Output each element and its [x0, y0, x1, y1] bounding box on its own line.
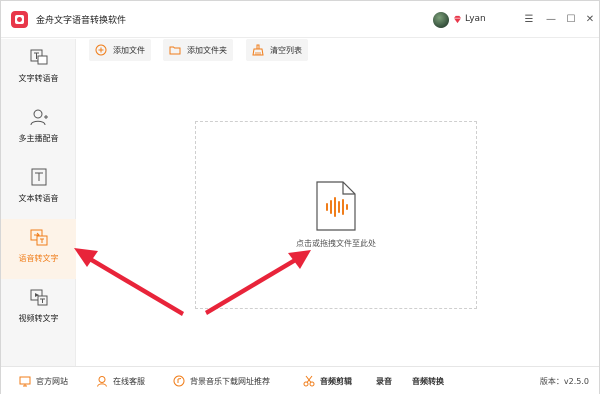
multi-anchor-icon: [30, 109, 48, 126]
app-window: 金舟文字语音转换软件 Lyan ☰ — ☐ ✕ 文字转语音 多主播配音 文本转语…: [0, 0, 600, 394]
close-icon[interactable]: ✕: [581, 10, 599, 28]
official-website-link[interactable]: 官方网站: [19, 374, 68, 388]
document-text-icon: [31, 168, 46, 186]
sidebar-item-label: 文字转语音: [18, 74, 59, 83]
maximize-icon[interactable]: ☐: [562, 10, 580, 28]
audio-convert-label: 音频转换: [412, 376, 444, 386]
music-download-label: 背景音乐下载网址推荐: [190, 376, 270, 386]
music-disc-icon: [173, 375, 185, 387]
add-folder-label: 添加文件夹: [187, 45, 227, 55]
music-download-link[interactable]: 背景音乐下载网址推荐: [173, 374, 270, 388]
video-to-text-icon: [30, 289, 47, 306]
app-logo-icon: [11, 11, 28, 28]
add-file-button[interactable]: 添加文件: [89, 39, 151, 61]
sidebar-item-text-to-speech[interactable]: 文字转语音: [1, 39, 76, 99]
record-link[interactable]: 录音: [376, 374, 392, 388]
footer-bar: 官方网站 在线客服 背景音乐下载网址推荐 音频剪辑 录音 音频转换 版本：v2.…: [1, 366, 599, 394]
plus-circle-icon: [95, 44, 107, 56]
minimize-icon[interactable]: —: [542, 10, 560, 28]
audio-file-icon: [316, 181, 356, 231]
official-website-label: 官方网站: [36, 376, 68, 386]
sidebar-item-label: 语音转文字: [18, 254, 59, 263]
vip-diamond-icon: [453, 15, 462, 24]
support-agent-icon: [97, 376, 107, 387]
record-label: 录音: [376, 376, 392, 386]
online-support-link[interactable]: 在线客服: [96, 374, 145, 388]
speech-to-text-icon: [30, 229, 47, 246]
audio-cut-label: 音频剪辑: [320, 376, 352, 386]
title-bar: 金舟文字语音转换软件 Lyan ☰ — ☐ ✕: [1, 1, 599, 38]
add-folder-button[interactable]: 添加文件夹: [163, 39, 233, 61]
clear-list-label: 清空列表: [270, 45, 302, 55]
drop-hint-text: 点击或拖拽文件至此处: [296, 239, 376, 248]
version-text: 版本：v2.5.0: [539, 377, 589, 386]
clear-list-button[interactable]: 清空列表: [246, 39, 308, 61]
text-to-speech-icon: [30, 49, 47, 65]
audio-convert-link[interactable]: 音频转换: [412, 374, 444, 388]
sidebar-item-video-to-text[interactable]: 视频转文字: [1, 279, 76, 339]
broom-icon: [252, 44, 264, 56]
scissors-icon: [303, 375, 315, 387]
sidebar: 文字转语音 多主播配音 文本转语音 语音转文字 视频转文字: [1, 39, 76, 366]
user-avatar[interactable]: [433, 12, 449, 28]
sidebar-item-document-to-speech[interactable]: 文本转语音: [1, 159, 76, 219]
sidebar-item-multi-anchor[interactable]: 多主播配音: [1, 99, 76, 159]
monitor-icon: [19, 376, 31, 387]
sidebar-item-speech-to-text[interactable]: 语音转文字: [1, 219, 76, 279]
app-title: 金舟文字语音转换软件: [36, 16, 127, 26]
sidebar-item-label: 文本转语音: [18, 194, 59, 203]
sidebar-item-label: 多主播配音: [18, 134, 59, 143]
folder-icon: [169, 46, 181, 55]
add-file-label: 添加文件: [113, 45, 145, 55]
sidebar-item-label: 视频转文字: [18, 314, 59, 323]
online-support-label: 在线客服: [113, 376, 145, 386]
username[interactable]: Lyan: [465, 14, 486, 24]
arrow-to-sidebar: [74, 248, 184, 316]
menu-icon[interactable]: ☰: [520, 10, 538, 28]
audio-cut-link[interactable]: 音频剪辑: [303, 374, 352, 388]
